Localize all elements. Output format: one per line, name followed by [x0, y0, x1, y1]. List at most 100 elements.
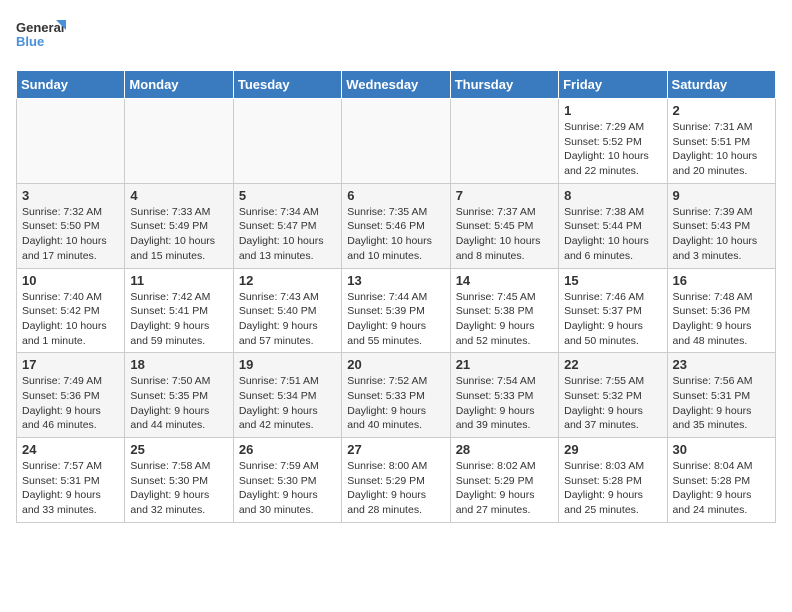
day-number: 28	[456, 442, 553, 457]
calendar-header: SundayMondayTuesdayWednesdayThursdayFrid…	[17, 71, 776, 99]
weekday-header: Wednesday	[342, 71, 450, 99]
weekday-header: Thursday	[450, 71, 558, 99]
calendar-cell: 26 Sunrise: 7:59 AM Sunset: 5:30 PM Dayli…	[233, 438, 341, 523]
day-number: 25	[130, 442, 227, 457]
calendar-cell: 30Sunrise: 8:04 AM Sunset: 5:28 PM Dayli…	[667, 438, 775, 523]
day-info: Sunrise: 8:03 AM Sunset: 5:28 PM Dayligh…	[564, 459, 661, 518]
day-number: 30	[673, 442, 770, 457]
day-info: Sunrise: 7:42 AM Sunset: 5:41 PM Dayligh…	[130, 290, 227, 349]
calendar-cell: 9Sunrise: 7:39 AM Sunset: 5:43 PM Daylig…	[667, 183, 775, 268]
logo-svg: General Blue	[16, 16, 66, 58]
day-number: 4	[130, 188, 227, 203]
day-info: Sunrise: 7:35 AM Sunset: 5:46 PM Dayligh…	[347, 205, 444, 264]
day-number: 14	[456, 273, 553, 288]
calendar-cell: 4Sunrise: 7:33 AM Sunset: 5:49 PM Daylig…	[125, 183, 233, 268]
day-info: Sunrise: 7:32 AM Sunset: 5:50 PM Dayligh…	[22, 205, 119, 264]
day-info: Sunrise: 7:52 AM Sunset: 5:33 PM Dayligh…	[347, 374, 444, 433]
day-number: 20	[347, 357, 444, 372]
calendar-cell: 21Sunrise: 7:54 AM Sunset: 5:33 PM Dayli…	[450, 353, 558, 438]
calendar-cell: 1 Sunrise: 7:29 AM Sunset: 5:52 PM Daylig…	[559, 99, 667, 184]
calendar-cell: 17 Sunrise: 7:49 AM Sunset: 5:36 PM Dayli…	[17, 353, 125, 438]
calendar-cell: 16 Sunrise: 7:48 AM Sunset: 5:36 PM Dayli…	[667, 268, 775, 353]
svg-text:Blue: Blue	[16, 34, 44, 49]
calendar-cell: 2 Sunrise: 7:31 AM Sunset: 5:51 PM Daylig…	[667, 99, 775, 184]
day-info: Sunrise: 7:50 AM Sunset: 5:35 PM Dayligh…	[130, 374, 227, 433]
calendar-cell: 8 Sunrise: 7:38 AM Sunset: 5:44 PM Daylig…	[559, 183, 667, 268]
calendar-body: 1 Sunrise: 7:29 AM Sunset: 5:52 PM Daylig…	[17, 99, 776, 523]
calendar-cell: 27 Sunrise: 8:00 AM Sunset: 5:29 PM Dayli…	[342, 438, 450, 523]
calendar-week-row: 17 Sunrise: 7:49 AM Sunset: 5:36 PM Dayli…	[17, 353, 776, 438]
calendar-cell	[342, 99, 450, 184]
day-number: 19	[239, 357, 336, 372]
calendar-week-row: 1 Sunrise: 7:29 AM Sunset: 5:52 PM Daylig…	[17, 99, 776, 184]
weekday-header: Saturday	[667, 71, 775, 99]
header-row: SundayMondayTuesdayWednesdayThursdayFrid…	[17, 71, 776, 99]
day-info: Sunrise: 7:56 AM Sunset: 5:31 PM Dayligh…	[673, 374, 770, 433]
day-number: 7	[456, 188, 553, 203]
day-info: Sunrise: 7:46 AM Sunset: 5:37 PM Dayligh…	[564, 290, 661, 349]
day-info: Sunrise: 7:38 AM Sunset: 5:44 PM Dayligh…	[564, 205, 661, 264]
day-info: Sunrise: 7:34 AM Sunset: 5:47 PM Dayligh…	[239, 205, 336, 264]
day-number: 26	[239, 442, 336, 457]
day-number: 21	[456, 357, 553, 372]
calendar-cell	[450, 99, 558, 184]
calendar-cell	[125, 99, 233, 184]
day-info: Sunrise: 7:59 AM Sunset: 5:30 PM Dayligh…	[239, 459, 336, 518]
day-info: Sunrise: 8:02 AM Sunset: 5:29 PM Dayligh…	[456, 459, 553, 518]
calendar-cell: 25 Sunrise: 7:58 AM Sunset: 5:30 PM Dayli…	[125, 438, 233, 523]
day-info: Sunrise: 7:40 AM Sunset: 5:42 PM Dayligh…	[22, 290, 119, 349]
day-info: Sunrise: 7:49 AM Sunset: 5:36 PM Dayligh…	[22, 374, 119, 433]
day-number: 29	[564, 442, 661, 457]
day-number: 8	[564, 188, 661, 203]
calendar-cell: 13Sunrise: 7:44 AM Sunset: 5:39 PM Dayli…	[342, 268, 450, 353]
day-info: Sunrise: 7:57 AM Sunset: 5:31 PM Dayligh…	[22, 459, 119, 518]
svg-text:General: General	[16, 20, 64, 35]
day-number: 16	[673, 273, 770, 288]
calendar-cell: 22Sunrise: 7:55 AM Sunset: 5:32 PM Dayli…	[559, 353, 667, 438]
weekday-header: Tuesday	[233, 71, 341, 99]
weekday-header: Monday	[125, 71, 233, 99]
calendar-cell: 29 Sunrise: 8:03 AM Sunset: 5:28 PM Dayli…	[559, 438, 667, 523]
calendar-cell: 5 Sunrise: 7:34 AM Sunset: 5:47 PM Daylig…	[233, 183, 341, 268]
day-info: Sunrise: 7:43 AM Sunset: 5:40 PM Dayligh…	[239, 290, 336, 349]
calendar-cell: 10 Sunrise: 7:40 AM Sunset: 5:42 PM Dayli…	[17, 268, 125, 353]
calendar-cell: 6 Sunrise: 7:35 AM Sunset: 5:46 PM Daylig…	[342, 183, 450, 268]
day-number: 17	[22, 357, 119, 372]
day-number: 12	[239, 273, 336, 288]
day-number: 18	[130, 357, 227, 372]
calendar-cell: 18 Sunrise: 7:50 AM Sunset: 5:35 PM Dayli…	[125, 353, 233, 438]
day-info: Sunrise: 8:00 AM Sunset: 5:29 PM Dayligh…	[347, 459, 444, 518]
logo: General Blue	[16, 16, 66, 58]
day-info: Sunrise: 7:39 AM Sunset: 5:43 PM Dayligh…	[673, 205, 770, 264]
day-number: 23	[673, 357, 770, 372]
calendar-table: SundayMondayTuesdayWednesdayThursdayFrid…	[16, 70, 776, 523]
day-info: Sunrise: 7:31 AM Sunset: 5:51 PM Dayligh…	[673, 120, 770, 179]
weekday-header: Friday	[559, 71, 667, 99]
day-info: Sunrise: 7:55 AM Sunset: 5:32 PM Dayligh…	[564, 374, 661, 433]
day-number: 10	[22, 273, 119, 288]
day-number: 27	[347, 442, 444, 457]
day-info: Sunrise: 7:58 AM Sunset: 5:30 PM Dayligh…	[130, 459, 227, 518]
calendar-cell: 12 Sunrise: 7:43 AM Sunset: 5:40 PM Dayli…	[233, 268, 341, 353]
calendar-cell: 14 Sunrise: 7:45 AM Sunset: 5:38 PM Dayli…	[450, 268, 558, 353]
day-info: Sunrise: 7:45 AM Sunset: 5:38 PM Dayligh…	[456, 290, 553, 349]
day-info: Sunrise: 7:37 AM Sunset: 5:45 PM Dayligh…	[456, 205, 553, 264]
page-header: General Blue	[16, 16, 776, 58]
calendar-cell	[233, 99, 341, 184]
calendar-week-row: 24Sunrise: 7:57 AM Sunset: 5:31 PM Dayli…	[17, 438, 776, 523]
day-info: Sunrise: 7:48 AM Sunset: 5:36 PM Dayligh…	[673, 290, 770, 349]
calendar-cell: 28 Sunrise: 8:02 AM Sunset: 5:29 PM Dayli…	[450, 438, 558, 523]
day-number: 2	[673, 103, 770, 118]
day-number: 1	[564, 103, 661, 118]
day-info: Sunrise: 7:51 AM Sunset: 5:34 PM Dayligh…	[239, 374, 336, 433]
day-info: Sunrise: 7:44 AM Sunset: 5:39 PM Dayligh…	[347, 290, 444, 349]
day-number: 6	[347, 188, 444, 203]
day-number: 15	[564, 273, 661, 288]
calendar-cell: 19 Sunrise: 7:51 AM Sunset: 5:34 PM Dayli…	[233, 353, 341, 438]
day-info: Sunrise: 7:29 AM Sunset: 5:52 PM Dayligh…	[564, 120, 661, 179]
day-number: 11	[130, 273, 227, 288]
calendar-cell: 15 Sunrise: 7:46 AM Sunset: 5:37 PM Dayli…	[559, 268, 667, 353]
weekday-header: Sunday	[17, 71, 125, 99]
day-number: 5	[239, 188, 336, 203]
calendar-cell: 3Sunrise: 7:32 AM Sunset: 5:50 PM Daylig…	[17, 183, 125, 268]
